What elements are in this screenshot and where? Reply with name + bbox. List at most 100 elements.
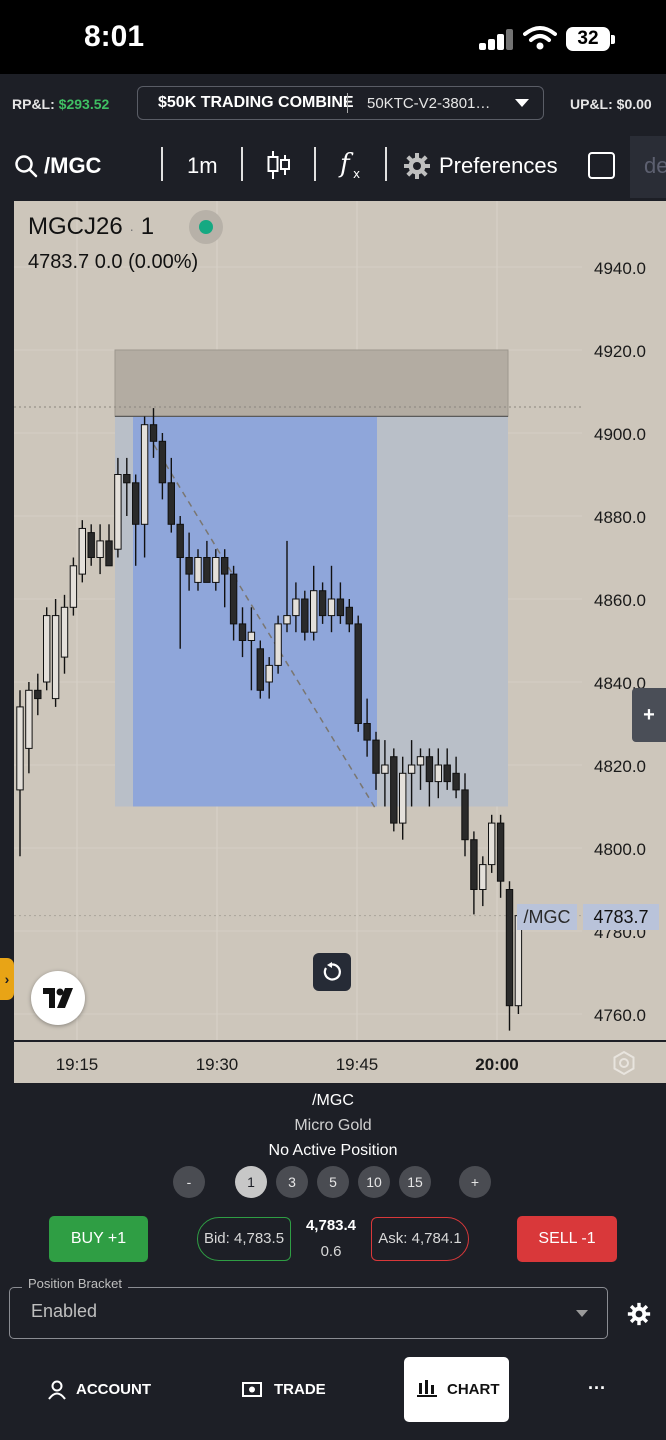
candle-body (256, 648, 265, 691)
bracket-settings-gear-icon[interactable] (627, 1302, 651, 1326)
chart-area[interactable]: 4940.0 4920.0 4900.0 4880.0 4860.0 4840.0 4820… (14, 201, 666, 1083)
candle-body (158, 440, 167, 484)
chart-legend: MGCJ26 · 1 (28, 213, 155, 240)
candle-body (327, 598, 336, 617)
contract-label: MGCJ26 (28, 213, 123, 240)
live-dot-icon (199, 220, 213, 234)
candlestick-chart[interactable]: 4940.04920.04900.04880.04860.04840.04820… (14, 201, 666, 1083)
candle-body (416, 756, 425, 766)
candle-body (43, 615, 51, 683)
nav-chart-label: CHART (447, 1381, 500, 1398)
candle-body (470, 839, 478, 891)
nav-more-button[interactable]: ··· (588, 1378, 606, 1399)
candle-body (336, 598, 345, 617)
quantity-option-1[interactable]: 1 (235, 1166, 267, 1198)
x-tick-label: 19:45 (336, 1055, 379, 1074)
axis-settings-icon-center (619, 1058, 629, 1068)
toolbar-divider (241, 147, 243, 181)
candle-body (140, 424, 149, 525)
x-tick-label: 19:30 (196, 1055, 239, 1074)
svg-text:f: f (338, 149, 354, 179)
bid-button[interactable]: Bid: 4,783.5 (197, 1217, 291, 1261)
live-indicator (189, 210, 223, 244)
nav-chart[interactable]: CHART (404, 1357, 509, 1422)
candle-body (265, 664, 273, 683)
candle-type-icon[interactable] (266, 149, 292, 181)
battery-tip (611, 35, 615, 44)
wifi-icon (523, 26, 557, 50)
candle-body (229, 573, 238, 625)
y-tick-label: 4800.0 (594, 840, 646, 859)
quantity-decrease-button[interactable]: - (173, 1166, 205, 1198)
last-trade-price: 4,783.4 (305, 1217, 357, 1234)
quantity-option-5[interactable]: 5 (317, 1166, 349, 1198)
upl-label: UP&L: (570, 96, 613, 112)
battery-icon: 32 (566, 27, 610, 51)
toolbar-overflow[interactable]: de (630, 136, 666, 198)
toolbar-checkbox[interactable] (588, 152, 615, 179)
reset-chart-button[interactable] (313, 953, 351, 991)
y-tick-label: 4880.0 (594, 508, 646, 527)
rpl-label: RP&L: (12, 96, 55, 112)
tradingview-logo[interactable] (31, 971, 85, 1025)
y-tick-label: 4920.0 (594, 342, 646, 361)
candle-body (149, 424, 158, 442)
position-bracket-select[interactable]: Enabled (9, 1287, 608, 1339)
last-price: 4783.7 (28, 251, 90, 273)
candle-body (167, 482, 176, 525)
candle-body (505, 889, 514, 1007)
clock: 8:01 (84, 20, 145, 53)
gear-icon (404, 153, 430, 179)
candle-body (318, 590, 327, 617)
buy-button[interactable]: BUY +1 (49, 1216, 148, 1262)
candle-body (310, 590, 318, 633)
candle-body (105, 540, 113, 567)
candle-body (452, 772, 460, 791)
combine-name: $50K TRADING COMBINE (158, 94, 354, 111)
sell-button[interactable]: SELL -1 (517, 1216, 617, 1262)
candle-body (354, 623, 362, 724)
symbol-label: /MGC (44, 153, 102, 178)
overflow-text: de (644, 153, 666, 178)
y-tick-label: 4940.0 (594, 259, 646, 278)
candle-body (203, 557, 211, 583)
candle-body (69, 565, 78, 608)
reset-icon (323, 962, 341, 981)
y-tick-label: 4820.0 (594, 757, 646, 776)
candle-body (479, 864, 487, 890)
candle-body (496, 822, 505, 882)
ask-button[interactable]: Ask: 4,784.1 (371, 1217, 469, 1261)
chart-bars-icon (417, 1380, 437, 1397)
upl-display: UP&L: $0.00 (570, 96, 652, 112)
candle-body (443, 764, 451, 783)
drawing-toolbar-toggle[interactable]: › (0, 958, 14, 1000)
candle-body (407, 764, 416, 774)
y-tick-label: 4900.0 (594, 425, 646, 444)
quantity-option-15[interactable]: 15 (399, 1166, 431, 1198)
candle-body (274, 623, 282, 666)
candle-body (363, 723, 371, 741)
candle-body (292, 598, 300, 617)
candle-body (87, 532, 95, 559)
interval-button[interactable]: 1m (187, 153, 218, 179)
toolbar-divider (385, 147, 387, 181)
candle-body (434, 764, 443, 783)
candle-body (114, 474, 122, 550)
candle-body (212, 557, 220, 583)
candle-body (16, 706, 24, 791)
quantity-option-3[interactable]: 3 (276, 1166, 308, 1198)
candle-body (381, 764, 389, 774)
price-change-pct: (0.00%) (128, 251, 199, 273)
interval-label: 1 (140, 213, 155, 240)
axis-settings-icon (613, 1050, 635, 1076)
add-panel-button[interactable]: + (632, 688, 666, 742)
symbol-price-tag: /MGC (517, 904, 577, 930)
quantity-increase-button[interactable]: + (459, 1166, 491, 1198)
quantity-option-10[interactable]: 10 (358, 1166, 390, 1198)
price-readout: 4783.7 0.0 (0.00%) (28, 251, 198, 274)
upl-value: $0.00 (616, 96, 652, 112)
svg-text:x: x (353, 167, 360, 181)
y-tick-label: 4860.0 (594, 591, 646, 610)
indicators-icon[interactable]: f x (338, 148, 366, 182)
account-selector[interactable]: $50K TRADING COMBINE 50KTC-V2-3801… (137, 86, 544, 120)
